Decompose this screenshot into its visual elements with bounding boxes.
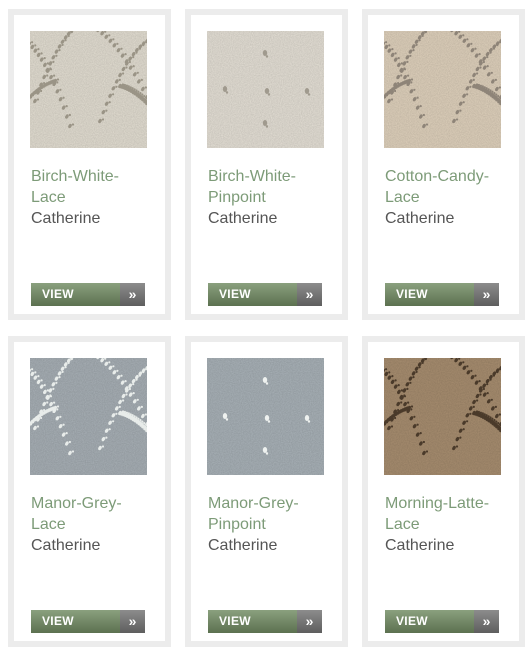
product-name-line-1: Birch-White-	[208, 168, 297, 185]
product-brand: Catherine	[208, 537, 278, 554]
carpet-texture	[384, 358, 501, 475]
product-brand: Catherine	[385, 210, 455, 227]
product-swatch-image[interactable]	[384, 31, 501, 148]
product-name-line-1: Cotton-Candy-	[385, 168, 490, 185]
product-card: Birch-White- Pinpoint Catherine VIEW »	[185, 9, 348, 320]
double-chevron-right-icon: »	[297, 283, 322, 306]
carpet-texture	[207, 31, 324, 148]
view-button-label: VIEW	[385, 283, 474, 306]
product-name-link[interactable]: Morning-Latte- Lace	[385, 493, 510, 535]
product-brand: Catherine	[31, 537, 101, 554]
product-grid: Birch-White- Lace Catherine VIEW » Birch…	[0, 0, 531, 658]
product-card: Manor-Grey- Lace Catherine VIEW »	[8, 336, 171, 647]
view-button[interactable]: VIEW »	[385, 283, 499, 306]
product-name-line-2: Pinpoint	[208, 516, 266, 533]
product-brand: Catherine	[208, 210, 278, 227]
carpet-texture	[30, 31, 147, 148]
product-name-link[interactable]: Cotton-Candy- Lace	[385, 166, 510, 208]
product-swatch-image[interactable]	[384, 358, 501, 475]
product-card: Birch-White- Lace Catherine VIEW »	[8, 9, 171, 320]
double-chevron-right-icon: »	[120, 610, 145, 633]
product-swatch-image[interactable]	[207, 358, 324, 475]
view-button-label: VIEW	[31, 610, 120, 633]
carpet-texture	[384, 31, 501, 148]
view-button[interactable]: VIEW »	[208, 610, 322, 633]
product-swatch-image[interactable]	[207, 31, 324, 148]
product-title: Manor-Grey- Lace Catherine	[31, 493, 156, 556]
product-name-line-1: Morning-Latte-	[385, 495, 490, 512]
product-title: Birch-White- Lace Catherine	[31, 166, 156, 229]
product-name-link[interactable]: Birch-White- Pinpoint	[208, 166, 333, 208]
view-button-label: VIEW	[31, 283, 120, 306]
carpet-texture	[207, 358, 324, 475]
product-title: Manor-Grey- Pinpoint Catherine	[208, 493, 333, 556]
product-brand: Catherine	[31, 210, 101, 227]
product-name-line-2: Lace	[385, 189, 420, 206]
product-swatch-image[interactable]	[30, 358, 147, 475]
double-chevron-right-icon: »	[474, 610, 499, 633]
view-button[interactable]: VIEW »	[31, 283, 145, 306]
product-swatch-image[interactable]	[30, 31, 147, 148]
view-button[interactable]: VIEW »	[31, 610, 145, 633]
product-name-line-2: Pinpoint	[208, 189, 266, 206]
product-name-link[interactable]: Manor-Grey- Pinpoint	[208, 493, 333, 535]
product-name-link[interactable]: Manor-Grey- Lace	[31, 493, 156, 535]
product-name-line-1: Manor-Grey-	[31, 495, 122, 512]
product-name-line-2: Lace	[31, 516, 66, 533]
view-button-label: VIEW	[385, 610, 474, 633]
product-name-link[interactable]: Birch-White- Lace	[31, 166, 156, 208]
double-chevron-right-icon: »	[474, 283, 499, 306]
product-name-line-1: Manor-Grey-	[208, 495, 299, 512]
product-brand: Catherine	[385, 537, 455, 554]
product-title: Cotton-Candy- Lace Catherine	[385, 166, 510, 229]
carpet-texture	[30, 358, 147, 475]
product-card: Cotton-Candy- Lace Catherine VIEW »	[362, 9, 525, 320]
product-name-line-2: Lace	[31, 189, 66, 206]
product-name-line-2: Lace	[385, 516, 420, 533]
double-chevron-right-icon: »	[297, 610, 322, 633]
view-button-label: VIEW	[208, 610, 297, 633]
product-title: Morning-Latte- Lace Catherine	[385, 493, 510, 556]
view-button[interactable]: VIEW »	[208, 283, 322, 306]
product-name-line-1: Birch-White-	[31, 168, 120, 185]
double-chevron-right-icon: »	[120, 283, 145, 306]
view-button-label: VIEW	[208, 283, 297, 306]
product-card: Morning-Latte- Lace Catherine VIEW »	[362, 336, 525, 647]
product-card: Manor-Grey- Pinpoint Catherine VIEW »	[185, 336, 348, 647]
product-title: Birch-White- Pinpoint Catherine	[208, 166, 333, 229]
view-button[interactable]: VIEW »	[385, 610, 499, 633]
